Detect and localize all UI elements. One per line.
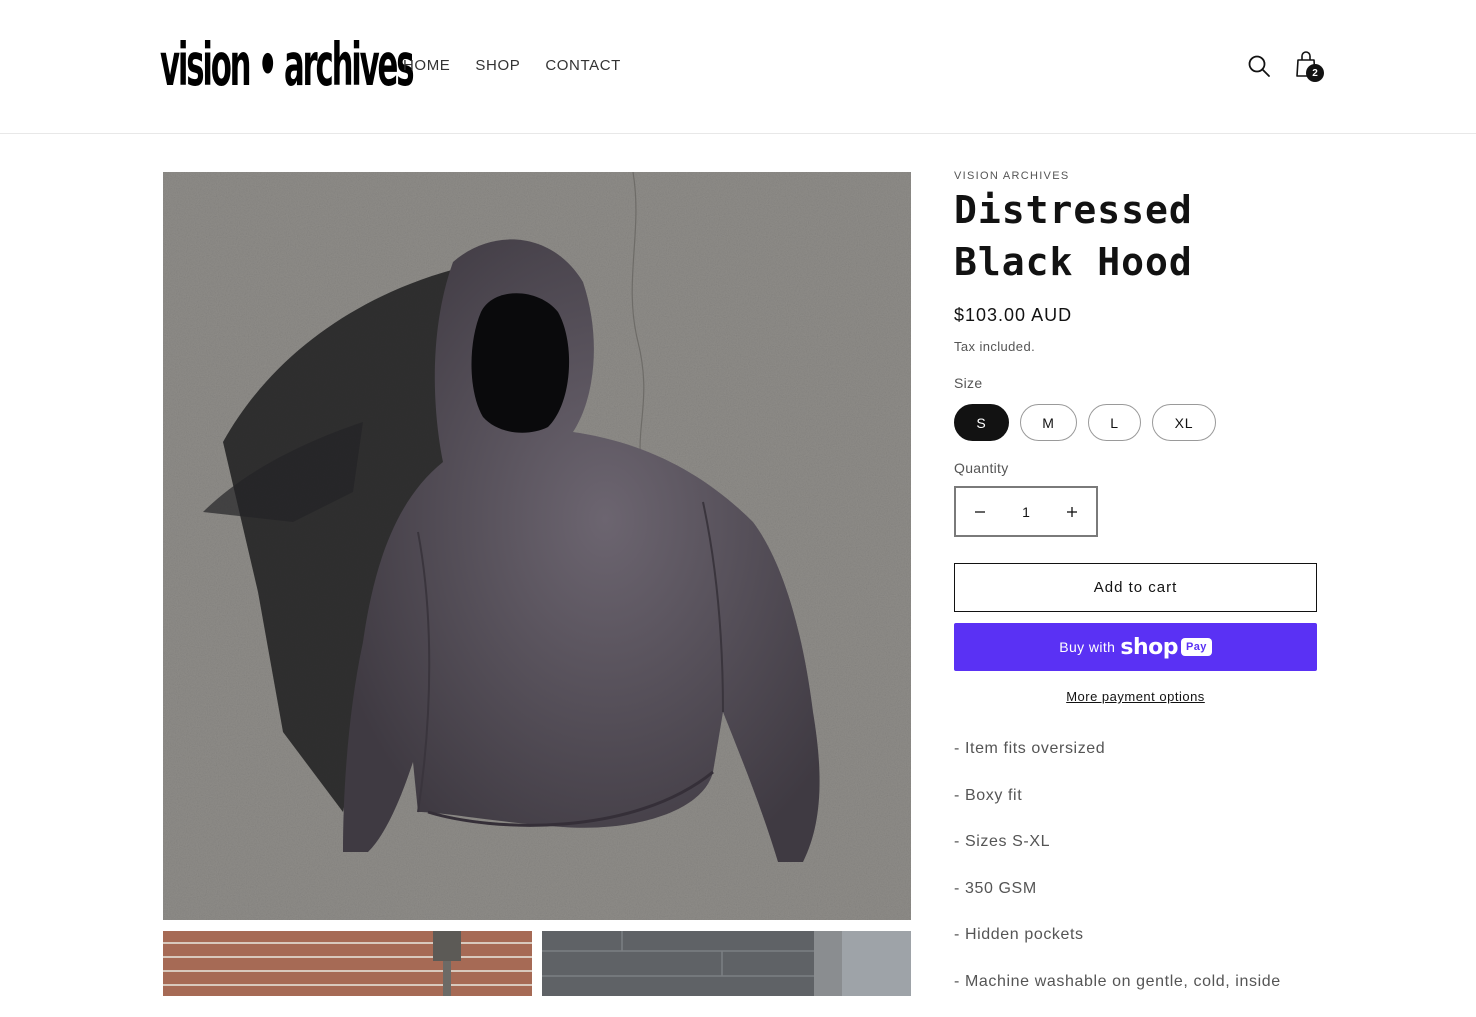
shop-logo-text: shop <box>1120 635 1178 660</box>
product-title: Distressed Black Hood <box>954 184 1334 288</box>
quantity-label: Quantity <box>954 460 1009 476</box>
description-line: - Boxy fit <box>954 785 1334 832</box>
more-payment-options-link[interactable]: More payment options <box>954 689 1317 704</box>
nav-contact-link[interactable]: CONTACT <box>545 57 621 75</box>
product-vendor: VISION ARCHIVES <box>954 170 1069 182</box>
buy-with-shop-pay-button[interactable]: Buy with shop Pay <box>954 623 1317 671</box>
minus-icon <box>974 506 986 518</box>
nav-home-link[interactable]: HOME <box>403 57 450 75</box>
quantity-stepper <box>954 486 1098 537</box>
product-thumbnail-1[interactable] <box>163 931 532 996</box>
tax-note: Tax included. <box>954 339 1035 354</box>
quantity-input[interactable] <box>1004 488 1048 535</box>
description-line: - Item fits oversized <box>954 738 1334 785</box>
product-price: $103.00 AUD <box>954 305 1072 326</box>
size-option-l[interactable]: L <box>1088 404 1141 441</box>
cart-count-badge: 2 <box>1306 64 1324 82</box>
description-line: - 350 GSM <box>954 878 1334 925</box>
logo-text: vision • archives <box>160 37 412 96</box>
description-line: - Sizes S-XL <box>954 831 1334 878</box>
grey-wall-image <box>542 931 911 996</box>
increase-quantity-button[interactable] <box>1048 488 1096 535</box>
buy-with-label: Buy with <box>1059 639 1115 655</box>
search-button[interactable] <box>1246 53 1272 79</box>
brick-wall-image <box>163 931 532 996</box>
pay-chip: Pay <box>1181 638 1212 656</box>
description-line: - Hidden pockets <box>954 924 1334 971</box>
hoodie-photo <box>163 172 911 920</box>
description-line: - Machine washable on gentle, cold, insi… <box>954 971 1334 1017</box>
add-to-cart-button[interactable]: Add to cart <box>954 563 1317 612</box>
size-option-xl[interactable]: XL <box>1152 404 1216 441</box>
size-selector: S M L XL <box>954 404 1227 441</box>
product-thumbnail-2[interactable] <box>542 931 911 996</box>
plus-icon <box>1066 506 1078 518</box>
store-logo[interactable]: vision • archives <box>160 20 364 112</box>
decrease-quantity-button[interactable] <box>956 488 1004 535</box>
product-main-image[interactable] <box>163 172 911 920</box>
size-option-s[interactable]: S <box>954 404 1009 441</box>
main-nav: HOME SHOP CONTACT <box>403 57 646 75</box>
site-header: vision • archives HOME SHOP CONTACT 2 <box>0 0 1476 134</box>
search-icon <box>1246 53 1272 79</box>
size-label: Size <box>954 375 982 391</box>
product-description: - Item fits oversized - Boxy fit - Sizes… <box>954 738 1334 1017</box>
size-option-m[interactable]: M <box>1020 404 1077 441</box>
nav-shop-link[interactable]: SHOP <box>475 57 520 75</box>
